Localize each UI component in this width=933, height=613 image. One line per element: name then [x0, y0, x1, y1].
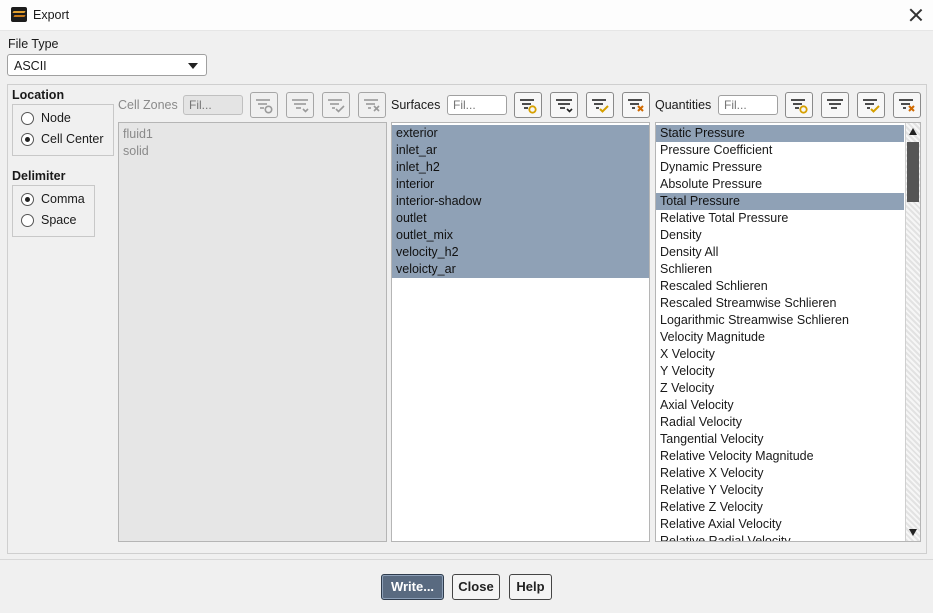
- chevron-down-icon: [188, 63, 198, 69]
- scroll-up-arrow-icon[interactable]: [909, 128, 917, 135]
- radio-node-label: Node: [41, 111, 71, 125]
- cell-zones-filter-button[interactable]: [250, 92, 278, 118]
- surfaces-label: Surfaces: [391, 98, 441, 112]
- file-type-dropdown[interactable]: ASCII: [7, 54, 207, 76]
- list-item[interactable]: Y Velocity: [656, 363, 920, 380]
- list-item[interactable]: interior: [392, 176, 649, 193]
- quantities-deselect-all-button[interactable]: [893, 92, 921, 118]
- footer-divider: [0, 559, 933, 560]
- radio-cell-center[interactable]: [21, 133, 34, 146]
- cell-zones-select-all-button[interactable]: [322, 92, 350, 118]
- surfaces-deselect-all-button[interactable]: [622, 92, 650, 118]
- cell-zones-filter-input[interactable]: [183, 95, 243, 115]
- quantities-filter-button[interactable]: [785, 92, 813, 118]
- list-item[interactable]: Total Pressure: [656, 193, 904, 210]
- list-item[interactable]: Density All: [656, 244, 920, 261]
- surfaces-select-all-button[interactable]: [586, 92, 614, 118]
- sort-list-icon: [827, 99, 843, 109]
- deselect-all-icon: [628, 99, 644, 112]
- list-item[interactable]: Velocity Magnitude: [656, 329, 920, 346]
- list-item[interactable]: Dynamic Pressure: [656, 159, 920, 176]
- list-item[interactable]: outlet_mix: [392, 227, 649, 244]
- list-item[interactable]: interior-shadow: [392, 193, 649, 210]
- location-group: Node Cell Center: [12, 104, 114, 156]
- list-item[interactable]: Relative Velocity Magnitude: [656, 448, 920, 465]
- scroll-down-arrow-icon[interactable]: [909, 529, 917, 536]
- quantities-list: Static Pressure Pressure Coefficient Dyn…: [655, 122, 921, 542]
- radio-space[interactable]: [21, 214, 34, 227]
- filter-options-icon: [520, 99, 537, 114]
- quantities-scrollbar[interactable]: [905, 123, 920, 541]
- surfaces-filter-button[interactable]: [514, 92, 542, 118]
- window-title: Export: [33, 8, 70, 22]
- list-item[interactable]: inlet_h2: [392, 159, 649, 176]
- list-item[interactable]: Relative X Velocity: [656, 465, 920, 482]
- deselect-all-icon: [899, 99, 915, 112]
- list-item[interactable]: X Velocity: [656, 346, 920, 363]
- radio-comma-label: Comma: [41, 192, 85, 206]
- cell-zones-label: Cell Zones: [118, 98, 178, 112]
- delimiter-heading: Delimiter: [12, 169, 66, 183]
- list-item[interactable]: fluid1: [119, 126, 386, 143]
- quantities-sort-button[interactable]: [821, 92, 849, 118]
- location-heading: Location: [12, 88, 65, 102]
- radio-node[interactable]: [21, 112, 34, 125]
- title-bar: Export: [0, 0, 933, 31]
- list-item[interactable]: Pressure Coefficient: [656, 142, 920, 159]
- write-button[interactable]: Write...: [381, 574, 444, 600]
- list-item[interactable]: Relative Total Pressure: [656, 210, 920, 227]
- select-all-icon: [592, 99, 609, 113]
- quantities-label: Quantities: [655, 98, 712, 112]
- cell-zones-deselect-all-button[interactable]: [358, 92, 386, 118]
- radio-cell-center-label: Cell Center: [41, 132, 104, 146]
- cell-zones-list: fluid1 solid: [118, 122, 387, 542]
- sort-list-icon: [556, 99, 573, 113]
- list-item[interactable]: Density: [656, 227, 920, 244]
- list-item[interactable]: Schlieren: [656, 261, 920, 278]
- list-item[interactable]: inlet_ar: [392, 142, 649, 159]
- radio-space-label: Space: [41, 213, 77, 227]
- list-item[interactable]: Rescaled Schlieren: [656, 278, 920, 295]
- surfaces-sort-button[interactable]: [550, 92, 578, 118]
- select-all-icon: [328, 99, 345, 113]
- surfaces-list: exterior inlet_ar inlet_h2 interior inte…: [391, 122, 650, 542]
- radio-comma[interactable]: [21, 193, 34, 206]
- help-button[interactable]: Help: [509, 574, 552, 600]
- file-type-label: File Type: [8, 37, 59, 51]
- list-item[interactable]: Relative Z Velocity: [656, 499, 920, 516]
- filter-options-icon: [791, 99, 808, 114]
- list-item[interactable]: Z Velocity: [656, 380, 920, 397]
- list-item[interactable]: Axial Velocity: [656, 397, 920, 414]
- file-type-value: ASCII: [14, 59, 47, 73]
- list-item[interactable]: exterior: [392, 125, 649, 142]
- surfaces-filter-input[interactable]: [447, 95, 507, 115]
- scrollbar-thumb[interactable]: [907, 142, 919, 202]
- list-item[interactable]: Static Pressure: [656, 125, 904, 142]
- close-window-icon[interactable]: [905, 4, 927, 26]
- list-item[interactable]: Relative Axial Velocity: [656, 516, 920, 533]
- quantities-filter-input[interactable]: [718, 95, 778, 115]
- filter-options-icon: [256, 99, 273, 114]
- sort-list-icon: [292, 99, 309, 113]
- deselect-all-icon: [364, 99, 380, 112]
- list-item[interactable]: Relative Y Velocity: [656, 482, 920, 499]
- list-item[interactable]: Absolute Pressure: [656, 176, 920, 193]
- delimiter-group: Comma Space: [12, 185, 95, 237]
- list-item[interactable]: Logarithmic Streamwise Schlieren: [656, 312, 920, 329]
- cell-zones-sort-button[interactable]: [286, 92, 314, 118]
- list-item[interactable]: velocity_h2: [392, 244, 649, 261]
- select-all-icon: [863, 99, 880, 113]
- list-item[interactable]: veloicty_ar: [392, 261, 649, 278]
- list-item[interactable]: outlet: [392, 210, 649, 227]
- list-item[interactable]: Rescaled Streamwise Schlieren: [656, 295, 920, 312]
- close-button[interactable]: Close: [452, 574, 500, 600]
- list-item[interactable]: Relative Radial Velocity: [656, 533, 920, 541]
- list-item[interactable]: Tangential Velocity: [656, 431, 920, 448]
- list-item[interactable]: solid: [119, 143, 386, 160]
- quantities-select-all-button[interactable]: [857, 92, 885, 118]
- list-item[interactable]: Radial Velocity: [656, 414, 920, 431]
- app-logo-icon: [11, 7, 27, 22]
